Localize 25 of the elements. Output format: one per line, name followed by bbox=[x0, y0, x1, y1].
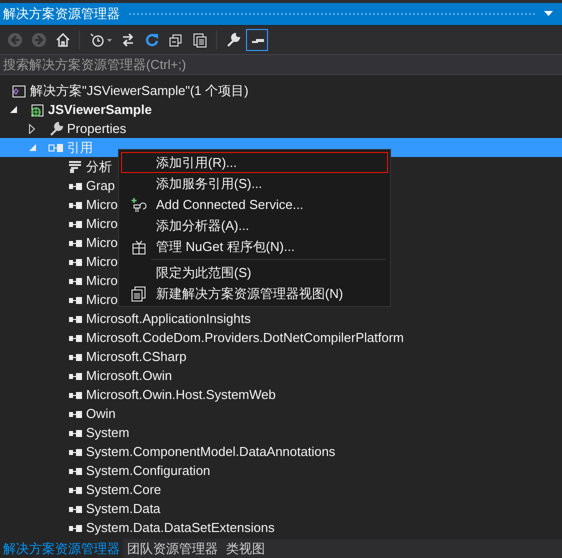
tree-item-label: Microsoft.ApplicationInsights bbox=[86, 310, 251, 328]
tree-item-label: Micro bbox=[86, 196, 118, 214]
tree-item-label: System.Data.DataSetExtensions bbox=[86, 518, 275, 537]
tree-item-label: Micro bbox=[86, 214, 118, 233]
tree-item-label: Micro bbox=[86, 234, 118, 252]
tree-item-label: System bbox=[86, 424, 130, 442]
tree-item-label: Micro bbox=[86, 272, 118, 290]
tree-item-label: System.Core bbox=[86, 480, 162, 499]
tree-item-label: 分析 bbox=[86, 158, 112, 176]
tree-item-label: 解决方案"JSViewerSample"(1 个项目) bbox=[30, 82, 248, 100]
tree-item-label: Owin bbox=[86, 404, 116, 423]
tree-item-label: Microsoft.Owin.Host.SystemWeb bbox=[86, 386, 276, 404]
tree-item-label: Micro bbox=[86, 290, 118, 309]
tree-item-label: System.Configuration bbox=[86, 462, 210, 480]
tree-item-label: Grap bbox=[86, 176, 115, 195]
tree-item-label: Micro bbox=[86, 252, 118, 271]
tree-item-label: Microsoft.CSharp bbox=[86, 348, 186, 366]
tree-item-label: System.ComponentModel.DataAnnotations bbox=[86, 442, 336, 461]
tree-item-label: System.Data bbox=[86, 500, 160, 518]
tree-item-label: Microsoft.CodeDom.Providers.DotNetCompilerPlatform bbox=[86, 328, 404, 347]
tree-item-label: JSViewerSample bbox=[48, 100, 152, 119]
tree-item-label: Properties bbox=[67, 120, 126, 138]
tree-item-label: Microsoft.Owin bbox=[86, 366, 172, 385]
window-title: 解决方案资源管理器 bbox=[3, 5, 120, 24]
tree-item-label: 引用 bbox=[67, 138, 93, 157]
